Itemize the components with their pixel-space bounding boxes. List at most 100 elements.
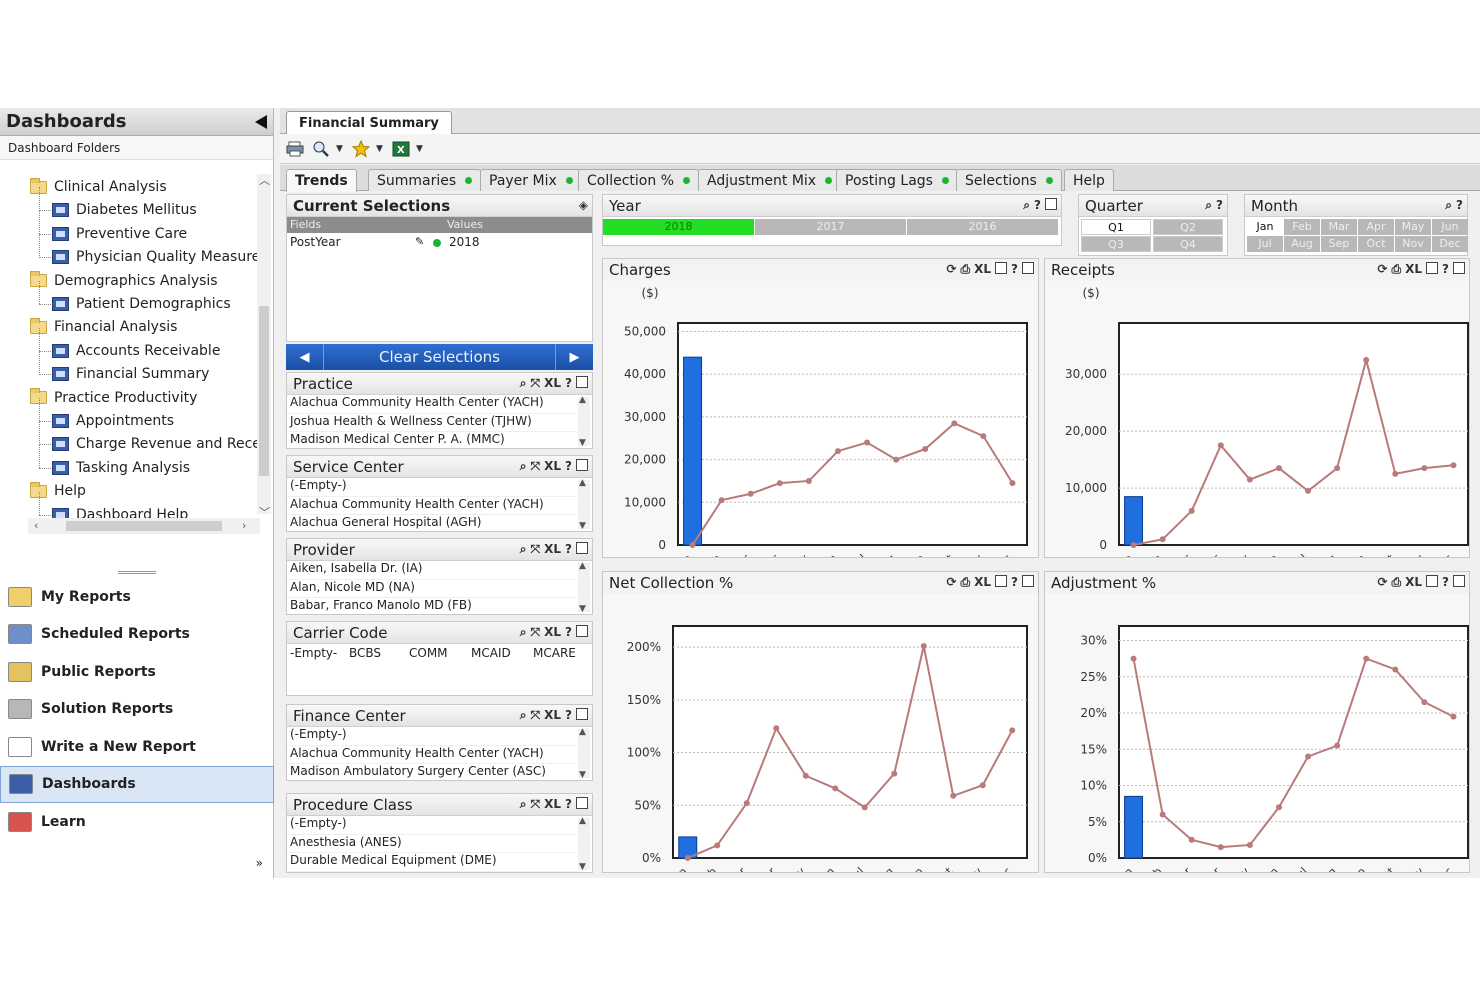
listbox-item[interactable]: MCARE	[533, 646, 576, 660]
trend-point-may[interactable]	[805, 477, 812, 484]
trend-point-nov[interactable]	[979, 782, 986, 789]
tree-vertical-scrollbar[interactable]: ︿ ﹀	[257, 174, 271, 519]
month-option-mar[interactable]: Mar	[1321, 219, 1357, 235]
more-nav-icon[interactable]: »	[256, 856, 263, 870]
trend-point-feb[interactable]	[1159, 811, 1166, 818]
excel-export-icon[interactable]: XL	[974, 575, 991, 590]
listbox-item[interactable]: Alachua Community Health Center (YACH)	[287, 395, 577, 414]
trend-point-nov[interactable]	[980, 433, 987, 440]
trend-point-jan[interactable]	[684, 855, 691, 861]
bar-jan[interactable]	[1124, 496, 1144, 546]
document-tab-financial-summary[interactable]: Financial Summary	[286, 111, 452, 134]
minimize-icon[interactable]	[1022, 262, 1034, 274]
listbox-item[interactable]: -Empty-	[290, 646, 337, 660]
fast-change-icon[interactable]: ⟳	[946, 262, 956, 277]
listbox-scrollbar[interactable]: ▲ ▼	[578, 478, 590, 531]
tree-item-clinical-analysis[interactable]: Clinical Analysis	[30, 176, 167, 198]
collapse-pane-icon[interactable]	[255, 114, 267, 129]
trend-point-nov[interactable]	[1421, 465, 1428, 472]
dashboard-folders-tab[interactable]: Dashboard Folders	[0, 136, 273, 160]
listbox-scrollbar[interactable]: ▲ ▼	[578, 727, 590, 780]
trend-point-dec[interactable]	[1450, 713, 1457, 720]
tree-item-financial-summary[interactable]: Financial Summary	[52, 363, 209, 385]
help-icon[interactable]: ?	[565, 376, 572, 391]
search-field-icon[interactable]: ⌕	[520, 376, 527, 391]
quarter-option-q2[interactable]: Q2	[1153, 219, 1223, 235]
help-icon[interactable]: ?	[1216, 198, 1223, 213]
month-option-dec[interactable]: Dec	[1432, 236, 1468, 252]
print-icon[interactable]: ⎙	[1392, 262, 1402, 277]
trend-point-feb[interactable]	[714, 842, 721, 849]
quarter-option-q3[interactable]: Q3	[1081, 236, 1151, 252]
tab-collection[interactable]: Collection %	[578, 169, 700, 191]
trend-point-sep[interactable]	[922, 445, 929, 452]
trend-point-jul[interactable]	[864, 439, 871, 446]
quarter-option-q1[interactable]: Q1	[1081, 219, 1151, 235]
maximize-icon[interactable]	[1426, 575, 1439, 587]
fast-change-icon[interactable]: ⟳	[946, 575, 956, 590]
year-option-2017[interactable]: 2017	[755, 219, 906, 235]
trend-point-jan[interactable]	[1130, 542, 1137, 548]
clear-field-icon[interactable]: ⌕	[1205, 198, 1212, 213]
trend-point-oct[interactable]	[950, 792, 957, 799]
help-icon[interactable]: ?	[1011, 575, 1018, 590]
trend-point-dec[interactable]	[1450, 462, 1457, 469]
excel-export-icon[interactable]: XL	[544, 708, 561, 723]
trend-point-sep[interactable]	[1363, 357, 1370, 363]
tab-posting-lags[interactable]: Posting Lags	[836, 169, 958, 191]
trend-point-sep[interactable]	[1363, 655, 1370, 662]
excel-export-icon[interactable]: XL	[544, 625, 561, 640]
tree-item-diabetes-mellitus[interactable]: Diabetes Mellitus	[52, 199, 197, 221]
tree-horizontal-scrollbar[interactable]: ‹ ›	[28, 518, 260, 534]
trend-point-jun[interactable]	[832, 785, 839, 792]
help-icon[interactable]: ?	[1011, 262, 1018, 277]
clear-field-icon[interactable]: ⌕	[1023, 198, 1030, 213]
nav-solution-reports[interactable]: Solution Reports	[0, 691, 274, 729]
scroll-left-icon[interactable]: ‹	[34, 519, 38, 532]
trend-point-aug[interactable]	[1334, 742, 1341, 749]
trend-point-jul[interactable]	[1305, 487, 1312, 494]
forward-selection-button[interactable]: ▶	[555, 344, 593, 370]
listbox-scrollbar[interactable]: ▲ ▼	[578, 395, 590, 448]
tree-item-appointments[interactable]: Appointments	[52, 410, 174, 432]
maximize-icon[interactable]	[995, 575, 1008, 587]
minimize-icon[interactable]	[576, 459, 588, 471]
help-icon[interactable]: ?	[1442, 575, 1449, 590]
help-icon[interactable]: ?	[565, 459, 572, 474]
search-field-icon[interactable]: ⌕	[520, 797, 527, 812]
clear-field-icon[interactable]: ⌕	[1445, 198, 1452, 213]
help-icon[interactable]: ?	[1442, 262, 1449, 277]
tree-item-charge-revenue-and-rece[interactable]: Charge Revenue and Rece	[52, 433, 261, 455]
trend-point-mar[interactable]	[1188, 836, 1195, 843]
scroll-up-icon[interactable]: ▲	[579, 816, 586, 826]
minimize-icon[interactable]	[1453, 262, 1465, 274]
listbox-item[interactable]: (-Empty-)	[287, 727, 577, 746]
listbox-item[interactable]: Joshua Health & Wellness Center (TJHW)	[287, 414, 577, 432]
tree-vertical-scroll-thumb[interactable]	[259, 306, 269, 476]
listbox-item[interactable]: COMM	[409, 646, 448, 660]
trend-point-dec[interactable]	[1009, 727, 1016, 734]
trend-point-nov[interactable]	[1421, 699, 1428, 706]
clear-field-icon[interactable]: ⤧	[531, 459, 541, 474]
scroll-down-icon[interactable]: ▼	[579, 862, 586, 872]
search-field-icon[interactable]: ⌕	[520, 459, 527, 474]
excel-export-icon[interactable]: XL	[1405, 575, 1422, 590]
excel-export-icon[interactable]: XL	[1405, 262, 1422, 277]
month-option-oct[interactable]: Oct	[1358, 236, 1394, 252]
help-icon[interactable]: ?	[565, 625, 572, 640]
listbox-item[interactable]: Durable Medical Equipment (DME)	[287, 853, 577, 872]
trend-point-jul[interactable]	[1305, 753, 1312, 760]
maximize-icon[interactable]	[1426, 262, 1439, 274]
trend-point-mar[interactable]	[1188, 507, 1195, 514]
help-icon[interactable]: ?	[1034, 198, 1041, 213]
fast-change-icon[interactable]: ⟳	[1377, 262, 1387, 277]
nav-write-a-new-report[interactable]: Write a New Report	[0, 728, 274, 766]
listbox-item[interactable]: Alachua General Hospital (AGH)	[287, 515, 577, 534]
tab-adjustment-mix[interactable]: Adjustment Mix	[698, 169, 842, 191]
tab-summaries[interactable]: Summaries	[368, 169, 482, 191]
tree-item-preventive-care[interactable]: Preventive Care	[52, 223, 187, 245]
trend-point-aug[interactable]	[893, 456, 900, 463]
selection-row[interactable]: PostYear ✎ 2018	[287, 233, 592, 251]
trend-point-feb[interactable]	[718, 497, 725, 504]
month-option-jul[interactable]: Jul	[1247, 236, 1283, 252]
